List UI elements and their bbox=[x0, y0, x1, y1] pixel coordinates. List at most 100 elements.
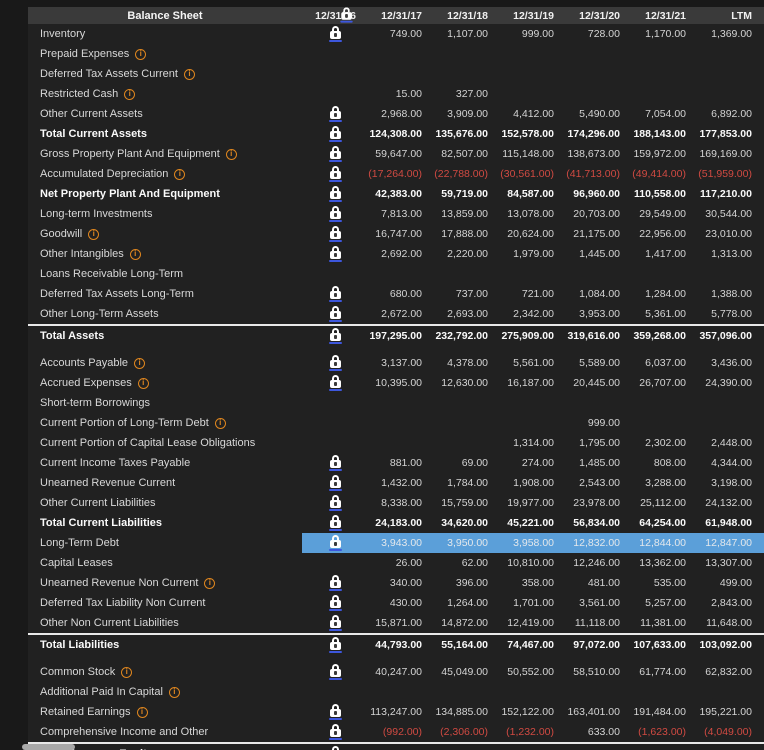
value-cell: 152,502.00 bbox=[368, 744, 434, 750]
lock-icon[interactable] bbox=[329, 746, 342, 750]
lock-icon[interactable] bbox=[329, 306, 342, 322]
table-row[interactable]: Current Portion of Long-Term Debti999.00 bbox=[28, 413, 764, 433]
table-row[interactable]: Other Intangiblesi2,692.002,220.001,979.… bbox=[28, 244, 764, 264]
table-row[interactable]: Accounts Payablei3,137.004,378.005,561.0… bbox=[28, 353, 764, 373]
lock-icon[interactable] bbox=[329, 595, 342, 611]
info-icon[interactable]: i bbox=[169, 687, 180, 698]
lock-icon[interactable] bbox=[329, 286, 342, 302]
table-row[interactable]: Other Non Current Liabilities15,871.0014… bbox=[28, 613, 764, 633]
info-icon[interactable]: i bbox=[130, 249, 141, 260]
row-label-text: Current Portion of Capital Lease Obligat… bbox=[40, 437, 255, 449]
table-row[interactable]: Additional Paid In Capitali bbox=[28, 682, 764, 702]
lock-icon[interactable] bbox=[329, 535, 342, 551]
table-row[interactable]: Long-term Investments7,813.0013,859.0013… bbox=[28, 204, 764, 224]
value-text: 69.00 bbox=[462, 457, 488, 469]
lock-body bbox=[330, 520, 341, 528]
lock-icon[interactable] bbox=[329, 328, 342, 344]
table-row[interactable]: Deferred Tax Assets Currenti bbox=[28, 64, 764, 84]
table-row[interactable]: Short-term Borrowings bbox=[28, 393, 764, 413]
table-row[interactable]: Common Stocki40,247.0045,049.0050,552.00… bbox=[28, 662, 764, 682]
lock-icon[interactable] bbox=[329, 495, 342, 511]
lock-icon[interactable] bbox=[329, 475, 342, 491]
lock-icon[interactable] bbox=[329, 146, 342, 162]
lock-icon[interactable] bbox=[340, 7, 352, 22]
table-row[interactable]: Loans Receivable Long-Term bbox=[28, 264, 764, 284]
table-row[interactable]: Deferred Tax Assets Long-Term680.00737.0… bbox=[28, 284, 764, 304]
info-icon[interactable]: i bbox=[215, 418, 226, 429]
table-row[interactable]: Net Property Plant And Equipment42,383.0… bbox=[28, 184, 764, 204]
lock-icon[interactable] bbox=[329, 375, 342, 391]
lock-icon[interactable] bbox=[329, 246, 342, 262]
lock-icon[interactable] bbox=[329, 186, 342, 202]
table-row[interactable]: Inventory749.001,107.00999.00728.001,170… bbox=[28, 24, 764, 44]
lock-icon[interactable] bbox=[329, 724, 342, 740]
table-row[interactable]: Capital Leases26.0062.0010,810.0012,246.… bbox=[28, 553, 764, 573]
horizontal-scrollbar-thumb[interactable] bbox=[22, 744, 75, 750]
info-icon[interactable]: i bbox=[88, 229, 99, 240]
column-header-12-31-21: 12/31/21 bbox=[632, 7, 698, 24]
table-row[interactable]: Restricted Cashi15.00327.00 bbox=[28, 84, 764, 104]
info-icon[interactable]: i bbox=[124, 89, 135, 100]
lock-icon[interactable] bbox=[329, 206, 342, 222]
table-row[interactable]: Gross Property Plant And Equipmenti59,64… bbox=[28, 144, 764, 164]
row-label-text: Other Current Liabilities bbox=[40, 497, 156, 509]
value-cell: 8,338.00 bbox=[368, 493, 434, 513]
table-row[interactable]: Retained Earningsi113,247.00134,885.0015… bbox=[28, 702, 764, 722]
info-icon[interactable]: i bbox=[174, 169, 185, 180]
lock-icon[interactable] bbox=[329, 455, 342, 471]
value-cell: 5,257.00 bbox=[632, 593, 698, 613]
table-row[interactable]: Current Portion of Capital Lease Obligat… bbox=[28, 433, 764, 453]
table-row[interactable]: Prepaid Expensesi bbox=[28, 44, 764, 64]
table-row[interactable]: Deferred Tax Liability Non Current430.00… bbox=[28, 593, 764, 613]
table-row[interactable]: Other Current Assets2,968.003,909.004,41… bbox=[28, 104, 764, 124]
table-row[interactable]: Unearned Revenue Current1,432.001,784.00… bbox=[28, 473, 764, 493]
value-cell bbox=[632, 44, 698, 64]
column-header-12-31-17: 12/31/17 bbox=[368, 7, 434, 24]
lock-icon[interactable] bbox=[329, 355, 342, 371]
value-text: 396.00 bbox=[456, 577, 488, 589]
info-icon[interactable]: i bbox=[137, 707, 148, 718]
table-row[interactable]: Long-Term Debt3,943.003,950.003,958.0012… bbox=[28, 533, 764, 553]
lock-icon[interactable] bbox=[329, 226, 342, 242]
value-text: 881.00 bbox=[390, 457, 422, 469]
value-cell: 29,549.00 bbox=[632, 204, 698, 224]
info-icon[interactable]: i bbox=[226, 149, 237, 160]
info-icon[interactable]: i bbox=[138, 378, 149, 389]
lock-icon[interactable] bbox=[329, 664, 342, 680]
lock-icon[interactable] bbox=[329, 615, 342, 631]
table-row[interactable]: Total Current Liabilities24,183.0034,620… bbox=[28, 513, 764, 533]
table-row[interactable]: Comprehensive Income and Other(992.00)(2… bbox=[28, 722, 764, 742]
table-row[interactable]: Total Liabilities44,793.0055,164.0074,46… bbox=[28, 633, 764, 655]
info-icon[interactable]: i bbox=[135, 49, 146, 60]
lock-icon[interactable] bbox=[329, 637, 342, 653]
table-row[interactable]: Total Assets197,295.00232,792.00275,909.… bbox=[28, 324, 764, 346]
table-row[interactable]: Total Current Assets124,308.00135,676.00… bbox=[28, 124, 764, 144]
lock-icon[interactable] bbox=[329, 575, 342, 591]
table-row[interactable]: Other Long-Term Assets2,672.002,693.002,… bbox=[28, 304, 764, 324]
lock-underline bbox=[329, 589, 342, 591]
table-row[interactable]: Accrued Expensesi10,395.0012,630.0016,18… bbox=[28, 373, 764, 393]
column-header-12-31-18: 12/31/18 bbox=[434, 7, 500, 24]
lock-icon[interactable] bbox=[329, 166, 342, 182]
info-icon[interactable]: i bbox=[204, 578, 215, 589]
table-row[interactable]: Goodwilli16,747.0017,888.0020,624.0021,1… bbox=[28, 224, 764, 244]
locked-value-cell bbox=[302, 264, 368, 284]
lock-icon[interactable] bbox=[329, 26, 342, 42]
lock-body bbox=[330, 709, 341, 717]
table-row[interactable]: Other Current Liabilities8,338.0015,759.… bbox=[28, 493, 764, 513]
info-icon[interactable]: i bbox=[184, 69, 195, 80]
lock-icon[interactable] bbox=[329, 704, 342, 720]
info-icon[interactable]: i bbox=[121, 667, 132, 678]
table-row[interactable]: Unearned Revenue Non Currenti340.00396.0… bbox=[28, 573, 764, 593]
value-cell: 177,853.00 bbox=[698, 124, 764, 144]
value-cell: 358.00 bbox=[500, 573, 566, 593]
table-row[interactable]: Current Income Taxes Payable881.0069.002… bbox=[28, 453, 764, 473]
lock-icon[interactable] bbox=[329, 515, 342, 531]
lock-icon[interactable] bbox=[329, 106, 342, 122]
info-icon[interactable]: i bbox=[134, 358, 145, 369]
lock-icon[interactable] bbox=[329, 126, 342, 142]
row-label-text: Long-Term Debt bbox=[40, 537, 119, 549]
table-row[interactable]: Total Common Equity152,502.00177,628.002… bbox=[28, 742, 764, 750]
lock-underline bbox=[329, 469, 342, 471]
table-row[interactable]: Accumulated Depreciationi(17,264.00)(22,… bbox=[28, 164, 764, 184]
